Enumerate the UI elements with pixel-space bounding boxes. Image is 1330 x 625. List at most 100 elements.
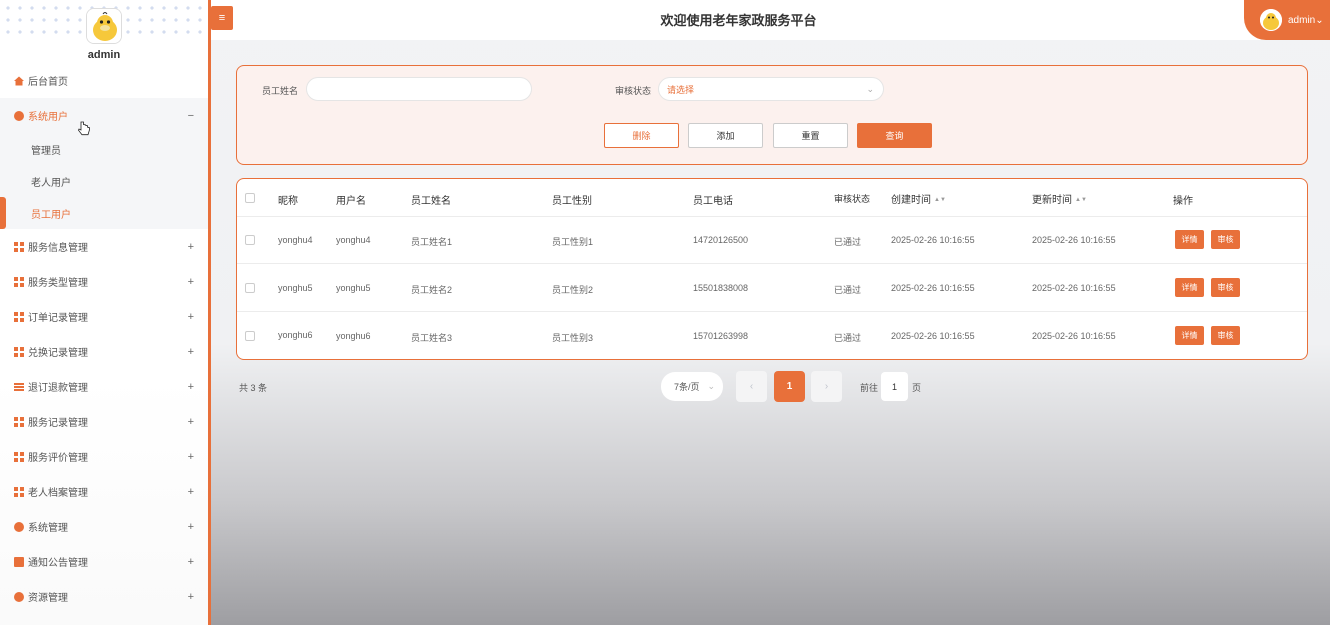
user-menu[interactable]: admin ⌄ (1244, 0, 1330, 40)
total-count: 共 3 条 (239, 383, 268, 393)
sort-icon[interactable]: ▲▼ (1075, 197, 1087, 203)
database-icon (14, 591, 24, 602)
duck-avatar-icon[interactable] (86, 8, 122, 44)
row-checkbox[interactable] (245, 331, 255, 341)
add-button[interactable]: 添加 (688, 123, 763, 148)
sidebar-item-label: 服务类型管理 (28, 278, 88, 289)
search-panel: 员工姓名 审核状态 请选择 ⌄ 删除 添加 重置 查询 (236, 65, 1308, 165)
page-size-value: 7条/页 (674, 382, 700, 392)
chevron-down-icon: ⌄ (1315, 14, 1324, 26)
sidebar-border (208, 0, 211, 625)
status-placeholder: 请选择 (667, 84, 695, 95)
detail-button[interactable]: 详情 (1175, 278, 1204, 297)
expand-icon[interactable]: + (188, 311, 194, 323)
expand-icon[interactable]: + (188, 416, 194, 428)
collapse-icon[interactable]: − (188, 110, 194, 122)
reset-button[interactable]: 重置 (773, 123, 848, 148)
goto-suffix: 页 (912, 383, 922, 393)
review-button[interactable]: 审核 (1211, 278, 1240, 297)
sidebar-item-label: 订单记录管理 (28, 313, 88, 324)
sidebar-item-exchange[interactable]: 兑换记录管理 + (0, 334, 208, 369)
grid-icon (14, 486, 24, 497)
cell-nickname: yonghu6 (278, 330, 313, 340)
detail-button[interactable]: 详情 (1175, 230, 1204, 249)
sidebar-item-service-records[interactable]: 服务记录管理 + (0, 404, 208, 439)
cell-status: 已通过 (834, 333, 862, 343)
query-button[interactable]: 查询 (857, 123, 932, 148)
sidebar-item-notices[interactable]: 通知公告管理 + (0, 544, 208, 579)
row-checkbox[interactable] (245, 235, 255, 245)
row-divider (237, 263, 1307, 264)
sidebar-item-resources[interactable]: 资源管理 + (0, 579, 208, 614)
delete-button[interactable]: 删除 (604, 123, 679, 148)
expand-icon[interactable]: + (188, 521, 194, 533)
cell-status: 已通过 (834, 285, 862, 295)
expand-icon[interactable]: + (188, 451, 194, 463)
goto-page-input[interactable]: 1 (881, 372, 908, 401)
detail-button[interactable]: 详情 (1175, 326, 1204, 345)
column-header-created[interactable]: 创建时间 ▲▼ (891, 191, 946, 206)
page-title: 欢迎使用老年家政服务平台 (660, 13, 817, 28)
sidebar-item-elder-archives[interactable]: 老人档案管理 + (0, 474, 208, 509)
column-header: 员工姓名 (411, 196, 451, 207)
cell-username: yonghu4 (336, 235, 371, 245)
sidebar-item-refund[interactable]: 退订退款管理 + (0, 369, 208, 404)
cell-gender: 员工性别3 (552, 333, 594, 343)
row-divider (237, 311, 1307, 312)
sidebar-item-label: 后台首页 (28, 77, 68, 88)
cell-status: 已通过 (834, 237, 862, 247)
cell-username: yonghu6 (336, 331, 371, 341)
sidebar-item-label: 老人档案管理 (28, 488, 88, 499)
status-select[interactable]: 请选择 ⌄ (658, 77, 884, 101)
review-button[interactable]: 审核 (1211, 326, 1240, 345)
column-header-updated[interactable]: 更新时间 ▲▼ (1032, 191, 1087, 206)
review-button[interactable]: 审核 (1211, 230, 1240, 249)
select-all-checkbox[interactable] (245, 193, 255, 203)
expand-icon[interactable]: + (188, 591, 194, 603)
home-icon (14, 76, 24, 86)
prev-page-button[interactable]: ‹ (736, 371, 767, 402)
column-header-label: 创建时间 (891, 195, 931, 206)
expand-icon[interactable]: + (188, 241, 194, 253)
expand-icon[interactable]: + (188, 346, 194, 358)
cell-nickname: yonghu5 (278, 283, 313, 293)
cell-created: 2025-02-26 10:16:55 (891, 283, 975, 293)
chevron-down-icon: ⌄ (707, 381, 715, 391)
sidebar-item-home[interactable]: 后台首页 (0, 63, 208, 98)
cell-nickname: yonghu4 (278, 235, 313, 245)
grid-icon (14, 276, 24, 287)
expand-icon[interactable]: + (188, 486, 194, 498)
column-header: 员工电话 (693, 196, 733, 207)
sidebar: admin 后台首页 系统用户 − 管理员 老人用户 员工用户 服务信息管理 +… (0, 0, 208, 625)
list-icon (14, 381, 24, 392)
page-size-select[interactable]: 7条/页 ⌄ (661, 372, 723, 401)
cell-updated: 2025-02-26 10:16:55 (1032, 235, 1116, 245)
sidebar-subitem-staff-users[interactable]: 员工用户 (0, 197, 208, 229)
expand-icon[interactable]: + (188, 381, 194, 393)
sidebar-item-system-users[interactable]: 系统用户 − (0, 98, 208, 133)
sidebar-item-system[interactable]: 系统管理 + (0, 509, 208, 544)
user-circle-icon (14, 110, 24, 121)
sidebar-subitem-admin[interactable]: 管理员 (0, 133, 208, 165)
sidebar-item-service-info[interactable]: 服务信息管理 + (0, 229, 208, 264)
column-header-label: 更新时间 (1032, 195, 1072, 206)
duck-avatar-icon (1260, 9, 1282, 31)
sidebar-item-reviews[interactable]: 服务评价管理 + (0, 439, 208, 474)
sort-icon[interactable]: ▲▼ (934, 197, 946, 203)
row-checkbox[interactable] (245, 283, 255, 293)
page-1-button[interactable]: 1 (774, 371, 805, 402)
sidebar-item-label: 资源管理 (28, 593, 68, 604)
sidebar-menu: 后台首页 系统用户 − 管理员 老人用户 员工用户 服务信息管理 + 服务类型管… (0, 63, 208, 614)
cell-gender: 员工性别2 (552, 285, 594, 295)
cell-phone: 15701263998 (693, 331, 749, 341)
expand-icon[interactable]: + (188, 556, 194, 568)
sidebar-item-label: 系统管理 (28, 523, 68, 534)
sidebar-subitem-elder-users[interactable]: 老人用户 (0, 165, 208, 197)
column-header: 操作 (1173, 196, 1193, 207)
column-header: 审核状态 (834, 194, 871, 204)
name-input[interactable] (306, 77, 532, 101)
next-page-button[interactable]: › (811, 371, 842, 402)
sidebar-item-service-type[interactable]: 服务类型管理 + (0, 264, 208, 299)
sidebar-item-orders[interactable]: 订单记录管理 + (0, 299, 208, 334)
expand-icon[interactable]: + (188, 276, 194, 288)
